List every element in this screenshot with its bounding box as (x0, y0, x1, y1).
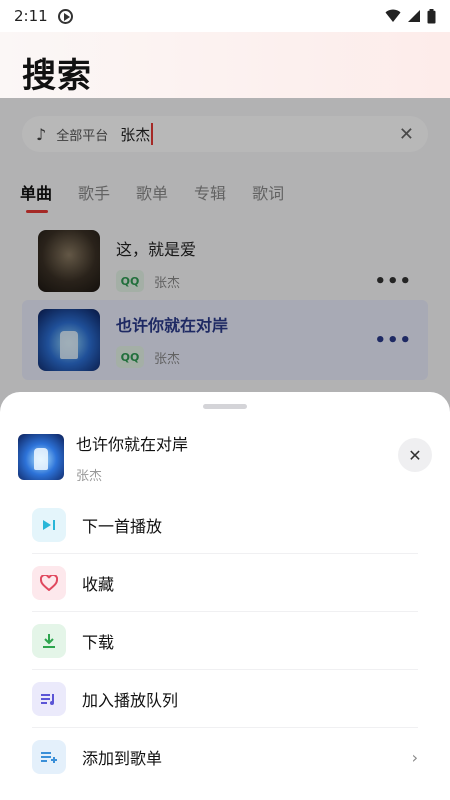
action-menu: 下一首播放 收藏 下载 加入播放队列 添加到歌单 › (32, 496, 418, 786)
menu-item-label: 下一首播放 (82, 516, 163, 536)
add-playlist-icon (32, 740, 66, 774)
sheet-song-title: 也许你就在对岸 (76, 434, 189, 454)
play-next-icon (32, 507, 66, 542)
menu-item-label: 添加到歌单 (82, 749, 163, 768)
menu-item-add-to-queue[interactable]: 加入播放队列 (32, 670, 418, 728)
download-icon (32, 623, 66, 658)
close-button[interactable]: ✕ (398, 438, 432, 472)
menu-item-label: 加入播放队列 (82, 690, 179, 710)
wifi-icon (385, 9, 401, 22)
status-bar: 2:11 (0, 0, 450, 32)
sheet-song-artist: 张杰 (76, 468, 103, 484)
song-actions-sheet: 也许你就在对岸 张杰 ✕ 下一首播放 收藏 下载 加入播放队列 添加到歌单 › (0, 392, 450, 800)
album-cover (18, 434, 64, 480)
sheet-drag-handle[interactable] (203, 404, 247, 409)
sheet-song-header: 也许你就在对岸 张杰 (18, 431, 432, 484)
menu-item-play-next[interactable]: 下一首播放 (32, 496, 418, 554)
heart-icon (32, 565, 66, 600)
media-play-icon (57, 8, 73, 24)
signal-icon (408, 10, 420, 22)
menu-item-download[interactable]: 下载 (32, 612, 418, 670)
sheet-song-info: 也许你就在对岸 张杰 (76, 431, 188, 484)
status-time: 2:11 (14, 7, 48, 25)
battery-icon (427, 8, 436, 23)
menu-item-label: 收藏 (82, 574, 115, 594)
menu-item-favorite[interactable]: 收藏 (32, 554, 418, 612)
menu-item-label: 下载 (82, 632, 115, 652)
chevron-right-icon: › (411, 747, 418, 767)
header: 搜索 (0, 32, 450, 98)
menu-item-add-to-playlist[interactable]: 添加到歌单 › (32, 728, 418, 786)
page-title: 搜索 (22, 56, 92, 96)
close-icon: ✕ (408, 445, 422, 465)
status-icons (385, 8, 436, 24)
queue-icon (32, 681, 66, 716)
